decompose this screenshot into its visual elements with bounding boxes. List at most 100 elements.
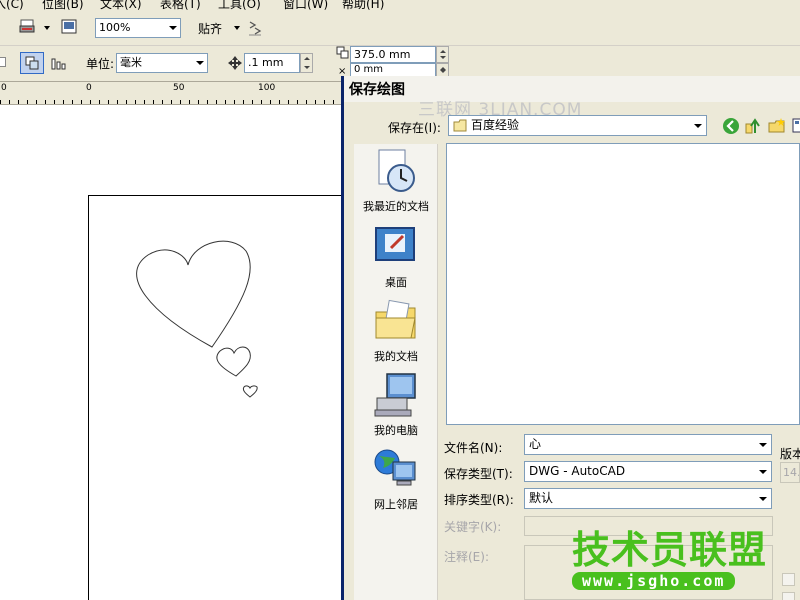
notes-label: 注释(E):	[444, 550, 489, 564]
menu-item[interactable]: 文本(X)	[100, 0, 142, 12]
chevron-down-icon	[694, 124, 702, 128]
view-menu-icon[interactable]	[792, 117, 800, 135]
menu-item[interactable]: 窗口(W)	[283, 0, 328, 12]
up-folder-icon[interactable]	[744, 117, 762, 135]
nudge-icon	[226, 54, 244, 72]
ruler-tick	[198, 100, 199, 104]
option-checkbox[interactable]	[782, 573, 795, 586]
place-recent-documents[interactable]: 我最近的文档	[354, 148, 438, 214]
ruler-tick	[270, 100, 271, 104]
align-guides-icon[interactable]	[246, 19, 264, 37]
duplicate-y-spinner[interactable]	[436, 63, 449, 77]
unit-select[interactable]: 毫米	[116, 53, 208, 73]
menu-item[interactable]: 工具(O)	[218, 0, 261, 12]
ruler-tick	[279, 100, 280, 104]
network-places-icon	[373, 446, 419, 492]
my-computer-icon	[373, 372, 419, 418]
drawing-canvas[interactable]	[0, 105, 345, 600]
print-preview-icon[interactable]	[60, 18, 78, 36]
place-network[interactable]: 网上邻居	[354, 446, 438, 512]
place-my-computer[interactable]: 我的电脑	[354, 372, 438, 438]
duplicate-x-input[interactable]: 375.0 mm	[350, 46, 436, 63]
filename-label: 文件名(N):	[444, 441, 503, 455]
ruler-label: 100	[258, 83, 276, 93]
nudge-distance-input[interactable]: .1 mm	[244, 53, 300, 73]
ruler-tick	[45, 100, 46, 104]
nudge-spinner[interactable]	[300, 53, 313, 73]
brand-url: www.jsgho.com	[572, 572, 736, 590]
duplicate-y-value: 0 mm	[354, 64, 384, 75]
menu-item[interactable]: 帮助(H)	[342, 0, 384, 12]
back-icon[interactable]	[722, 117, 740, 135]
place-desktop[interactable]: 桌面	[354, 224, 438, 290]
place-label: 我的文档	[374, 350, 418, 363]
ruler-tick	[297, 100, 298, 104]
ruler-tick	[207, 100, 208, 104]
menu-item[interactable]: 入(C)	[0, 0, 24, 12]
treat-as-filled-icon[interactable]	[20, 52, 44, 74]
chevron-down-icon	[759, 470, 767, 474]
file-list[interactable]	[446, 143, 800, 425]
large-heart-shape	[136, 240, 251, 348]
ruler-label: 0	[86, 83, 92, 93]
sorttype-value: 默认	[529, 491, 554, 505]
ruler-tick	[72, 100, 73, 104]
ruler-tick	[135, 100, 136, 104]
ruler-tick	[261, 100, 262, 104]
nudge-value: .1 mm	[248, 56, 284, 69]
version-select[interactable]: 14.	[780, 462, 800, 483]
place-label: 网上邻居	[374, 498, 418, 511]
print-dropdown-arrow[interactable]	[44, 26, 50, 30]
desktop-icon	[373, 224, 419, 270]
save-in-value: 百度经验	[471, 118, 520, 132]
hearts-drawing	[136, 240, 258, 398]
savetype-value: DWG - AutoCAD	[529, 464, 626, 478]
ruler-tick	[288, 100, 289, 104]
chevron-down-icon	[196, 61, 204, 65]
menu-item[interactable]: 表格(T)	[160, 0, 201, 12]
sorttype-label: 排序类型(R):	[444, 493, 514, 507]
recent-documents-icon	[373, 148, 419, 194]
bar-chart-icon[interactable]	[50, 54, 68, 72]
duplicate-x-spinner[interactable]	[436, 46, 449, 63]
ruler-tick	[9, 100, 10, 104]
ruler-tick	[234, 100, 235, 104]
unit-value: 毫米	[120, 56, 142, 69]
ruler-tick	[18, 100, 19, 104]
ruler-tick	[171, 100, 172, 104]
zoom-combo[interactable]: 100%	[95, 18, 181, 38]
dialog-title: 保存绘图	[349, 82, 405, 98]
menu-item[interactable]: 位图(B)	[42, 0, 84, 12]
place-my-documents[interactable]: 我的文档	[354, 298, 438, 364]
ruler-tick	[117, 100, 118, 104]
save-in-select[interactable]: 百度经验	[448, 115, 707, 136]
zoom-value: 100%	[99, 21, 131, 34]
sorttype-select[interactable]: 默认	[524, 488, 772, 509]
print-icon[interactable]	[18, 18, 36, 36]
my-documents-icon	[373, 298, 419, 344]
new-folder-icon[interactable]	[768, 117, 786, 135]
place-label: 桌面	[385, 276, 407, 289]
ruler-tick	[36, 100, 37, 104]
place-label: 我的电脑	[374, 424, 418, 437]
version-value: 14.	[783, 466, 800, 479]
ruler-tick	[315, 100, 316, 104]
places-bar: 我最近的文档 桌面 我的文档 我的电脑 网上邻居	[354, 144, 438, 600]
partial-tool-icon[interactable]	[0, 57, 6, 67]
folder-icon	[453, 119, 467, 132]
medium-heart-shape	[216, 346, 251, 377]
duplicate-y-input[interactable]: 0 mm	[350, 63, 436, 77]
small-heart-shape	[242, 385, 258, 398]
save-in-label: 保存在(I):	[388, 121, 441, 135]
option-checkbox[interactable]	[782, 592, 795, 600]
savetype-select[interactable]: DWG - AutoCAD	[524, 461, 772, 482]
site-branding: 技术员联盟 www.jsgho.com	[572, 530, 767, 590]
snap-button[interactable]: 贴齐	[198, 20, 222, 37]
filename-value: 心	[529, 437, 542, 451]
filename-input[interactable]: 心	[524, 434, 772, 455]
ruler-tick	[90, 100, 91, 104]
ruler-label-edge: 0	[1, 83, 7, 93]
horizontal-ruler[interactable]: 0 0 50 100	[0, 81, 345, 105]
ruler-label: 50	[173, 83, 185, 93]
snap-dropdown-arrow[interactable]	[234, 26, 240, 30]
